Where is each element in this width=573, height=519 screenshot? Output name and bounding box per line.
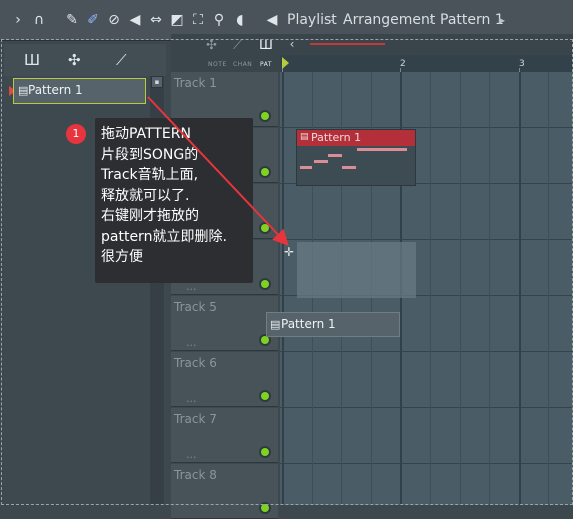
speaker-icon: ◀ (266, 12, 278, 28)
breadcrumb-separator: › (429, 13, 434, 27)
grid-row[interactable] (280, 464, 573, 505)
track-dots: ... (186, 448, 197, 461)
slip-icon[interactable]: ⇔ (148, 11, 164, 29)
chan-mode-label: CHAN (233, 61, 253, 68)
track-dots: ... (186, 336, 197, 349)
clip-title-bar: ▤ Pattern 1 (297, 130, 415, 146)
chan-mode-icon[interactable]: ⟋ (233, 38, 242, 53)
slice-icon[interactable]: ◩ (169, 11, 185, 29)
track-name: Track 6 (174, 356, 217, 370)
grid-line (430, 72, 431, 505)
clip-note (357, 148, 407, 151)
scroll-left-button[interactable]: ‹ (284, 35, 300, 53)
mute-icon[interactable]: ◀ (127, 11, 143, 29)
pat-mode-icon[interactable]: Ш (259, 38, 273, 53)
grid-line (489, 72, 491, 505)
note-mode-label: NOTE (208, 61, 227, 68)
automation-mode-icon[interactable]: ⟋ (116, 52, 127, 68)
pencil-icon[interactable]: ✎ (64, 11, 80, 29)
track-header[interactable]: Track 8 (171, 464, 278, 519)
pattern-icon: ▤ (18, 84, 29, 97)
track-name: Track 1 (174, 76, 217, 90)
grid-row[interactable] (280, 352, 573, 408)
track-enable-led[interactable] (261, 280, 269, 288)
track-name: Track 8 (174, 468, 217, 482)
clip-note (342, 166, 356, 169)
track-enable-led[interactable] (261, 504, 269, 512)
track-dots: ... (186, 392, 197, 405)
brush-icon[interactable]: ✐ (85, 11, 101, 29)
clip-note (314, 160, 328, 163)
track-enable-led[interactable] (261, 392, 269, 400)
breadcrumb-separator: - (330, 13, 335, 27)
breadcrumb-pattern[interactable]: Pattern 1 (440, 10, 504, 30)
grid-line (459, 72, 461, 505)
dragging-pattern-clip[interactable]: ▤ Pattern 1 (266, 312, 400, 337)
clip-label: Pattern 1 (281, 317, 336, 331)
pat-mode-label: PAT (260, 61, 273, 68)
zoom-icon[interactable]: ⚲ (211, 11, 227, 29)
picker-item-pattern-1[interactable]: ▤ Pattern 1 (13, 78, 146, 104)
view-mode-group: ✣ ⟋ Ш NOTE CHAN PAT (204, 36, 278, 70)
grid-row[interactable] (280, 184, 573, 240)
track-header[interactable]: Track 5... (171, 296, 278, 351)
grid-line (282, 72, 284, 505)
play-arrow-icon[interactable]: › (10, 11, 26, 29)
track-enable-led[interactable] (261, 448, 269, 456)
select-icon[interactable]: ⛶ (190, 11, 206, 29)
picker-tabs: Ш ✣ ⟋ (4, 44, 166, 76)
track-enable-led[interactable] (261, 336, 269, 344)
track-name: Track 5 (174, 300, 217, 314)
grid-row[interactable] (280, 72, 573, 128)
track-header[interactable]: Track 7... (171, 408, 278, 463)
pattern-icon: ▤ (270, 318, 281, 331)
callout-text: 拖动PATTERN 片段到SONG的 Track音轨上面, 释放就可以了. 右键… (101, 126, 227, 265)
pattern-mode-icon[interactable]: Ш (24, 52, 40, 68)
delete-icon[interactable]: ⊘ (106, 11, 122, 29)
drop-target-highlight (297, 242, 416, 298)
pattern-icon: ▤ (300, 132, 309, 142)
note-mode-icon[interactable]: ✣ (206, 38, 217, 53)
tutorial-callout: 拖动PATTERN 片段到SONG的 Track音轨上面, 释放就可以了. 右键… (95, 118, 253, 283)
grid-row[interactable] (280, 408, 573, 464)
grid-line (518, 72, 521, 505)
track-enable-led[interactable] (261, 224, 269, 232)
scroll-up-button[interactable]: ▪ (151, 76, 163, 88)
zoom-overview-bar[interactable] (310, 43, 385, 45)
track-enable-led[interactable] (261, 168, 269, 176)
audio-mode-icon[interactable]: ✣ (68, 52, 81, 68)
breadcrumb-arrangement[interactable]: Arrangement (343, 10, 435, 30)
playback-icon[interactable]: ◖ (232, 11, 248, 29)
clip-label: Pattern 1 (311, 131, 362, 144)
track-header[interactable]: Track 6... (171, 352, 278, 407)
timeline-ruler[interactable]: 2 3 (280, 55, 573, 73)
grid-line (548, 72, 550, 505)
picker-item-label: Pattern 1 (28, 83, 83, 97)
track-enable-led[interactable] (261, 112, 269, 120)
step-badge: 1 (66, 124, 86, 144)
track-name: Track 7 (174, 412, 217, 426)
clip-note (328, 154, 342, 157)
song-start-marker-icon[interactable] (282, 57, 289, 69)
clip-note (300, 166, 312, 169)
breadcrumb-dropdown-icon[interactable]: ▸ (499, 10, 505, 30)
magnet-icon[interactable]: ∩ (31, 11, 47, 29)
pattern-clip[interactable]: ▤ Pattern 1 (296, 129, 416, 186)
drop-cursor-icon: ✛ (283, 245, 295, 259)
